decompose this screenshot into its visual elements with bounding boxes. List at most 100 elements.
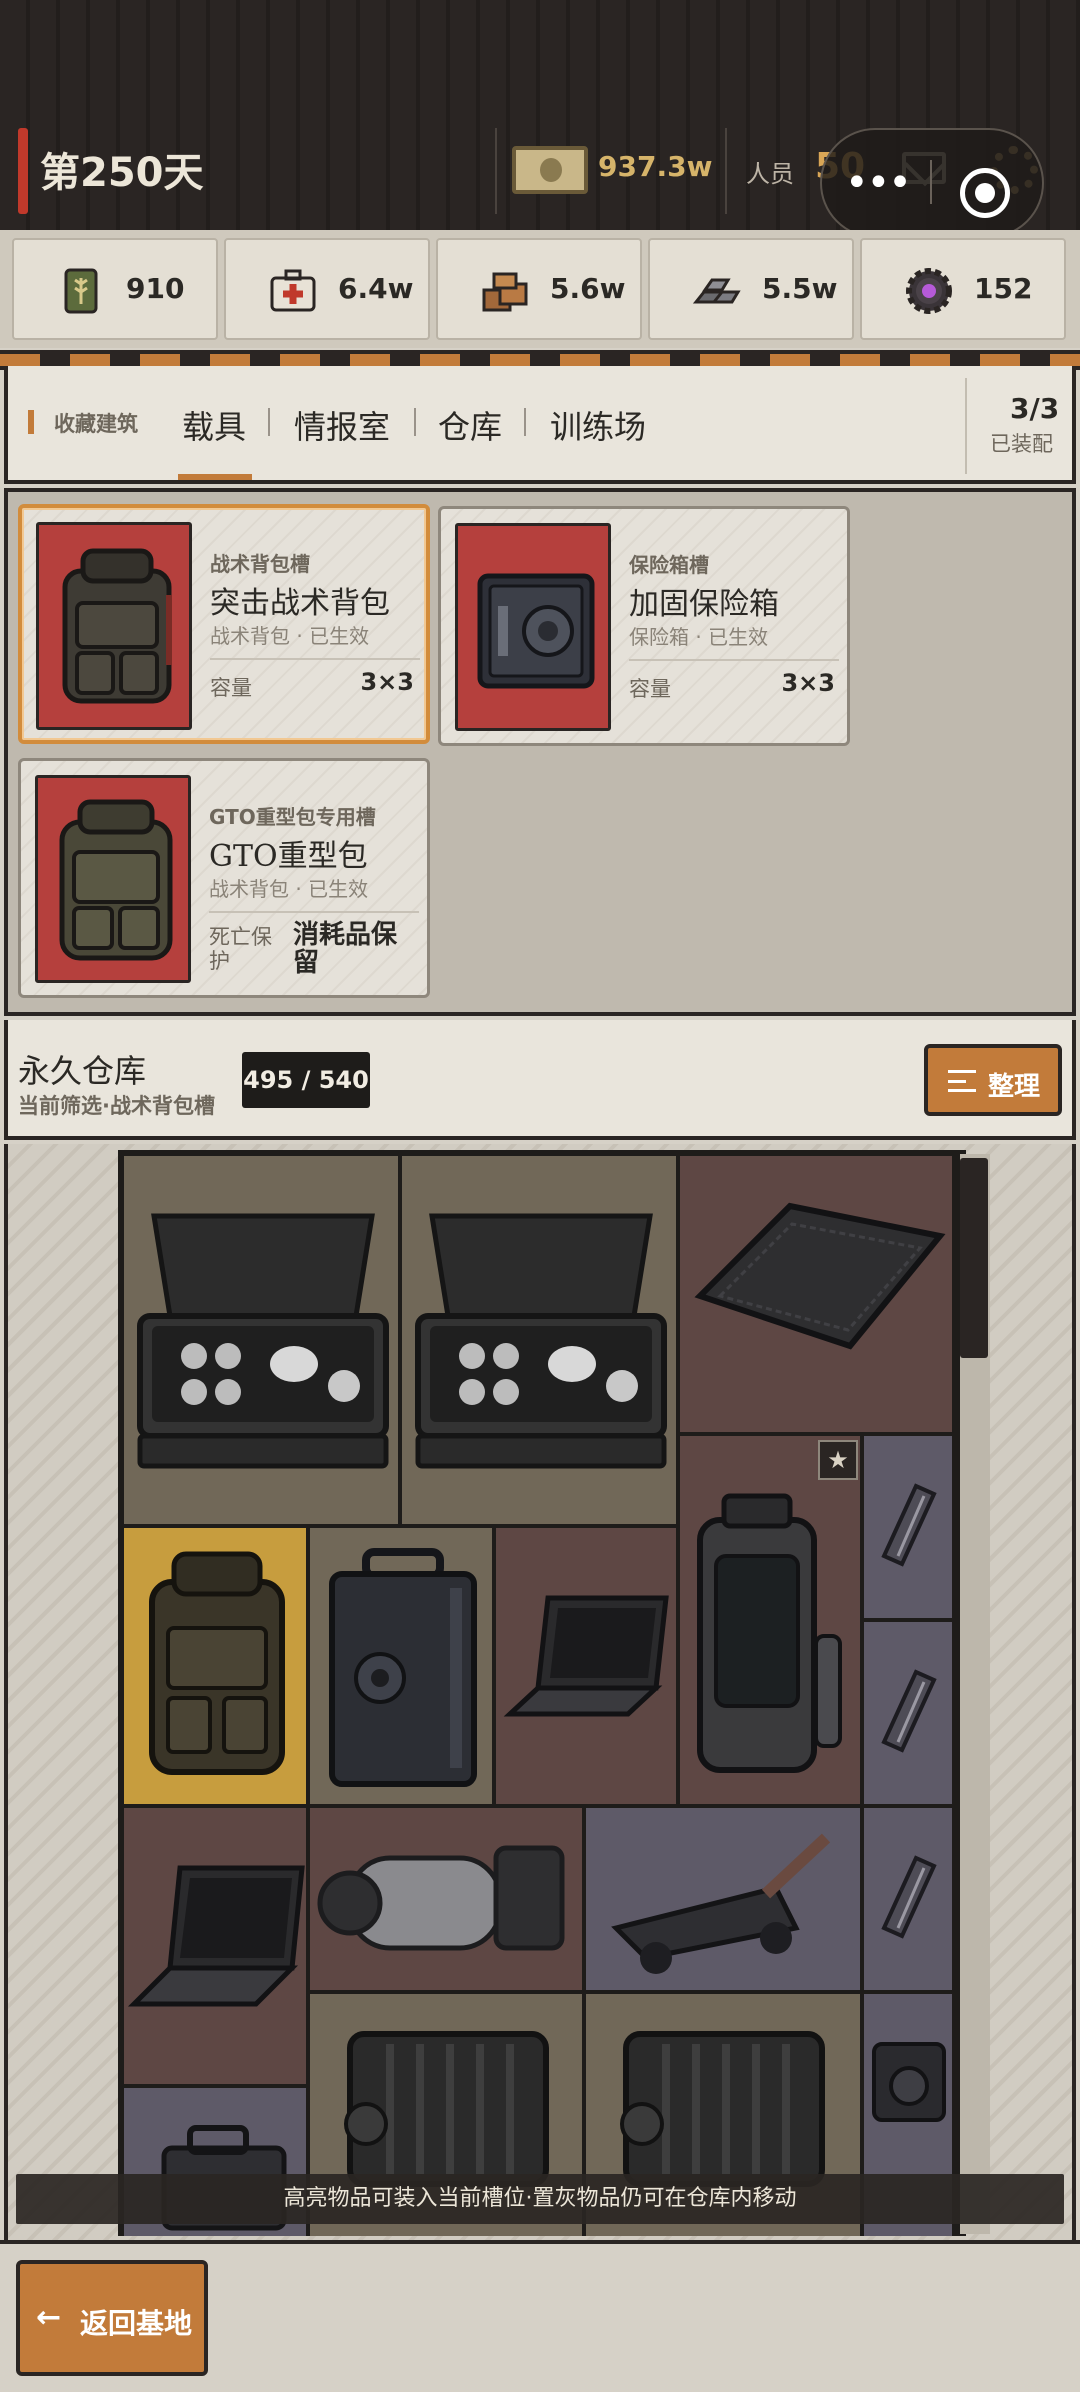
resource-core[interactable]: 152	[860, 238, 1066, 340]
divider	[210, 658, 420, 660]
day-counter: 第250天	[40, 150, 204, 196]
laptop-icon	[503, 1595, 669, 1717]
slot-card-tactical-backpack[interactable]: 战术背包槽 突击战术背包 战术背包 · 已生效 容量 3×3	[18, 504, 430, 744]
tab-warehouse[interactable]: 仓库	[438, 402, 502, 448]
inventory-grid: ★	[118, 1150, 966, 2236]
wheat-ration-can-icon	[64, 268, 98, 314]
equipped-count: 3/3	[1010, 392, 1060, 425]
stat-value: 消耗品保留	[293, 920, 398, 978]
slot-item-name: GTO重型包	[209, 839, 368, 874]
category-accent	[28, 410, 34, 434]
purple-gear-core-icon	[906, 268, 952, 314]
favorite-star-icon[interactable]: ★	[818, 1440, 858, 1480]
tab-divider	[524, 408, 526, 436]
cash-bundle-icon	[512, 146, 588, 194]
slot-card-safe-box[interactable]: 保险箱槽 加固保险箱 保险箱 · 已生效 容量 3×3	[438, 506, 850, 746]
tab-training-ground[interactable]: 训练场	[550, 402, 646, 448]
slot-thumbnail	[35, 775, 191, 983]
divider	[629, 659, 839, 661]
tactical-backpack-icon	[62, 548, 172, 704]
clip-icon	[881, 1669, 937, 1753]
warehouse-header	[4, 1020, 1076, 1140]
warehouse-title: 永久仓库	[18, 1052, 147, 1090]
slot-status: 保险箱 · 已生效	[629, 625, 769, 649]
heavy-backpack-icon	[59, 799, 173, 961]
laptop-icon	[127, 1865, 305, 2007]
slot-type: 战术背包槽	[210, 552, 310, 576]
divider	[495, 128, 497, 214]
scrollbar-thumb[interactable]	[960, 1158, 988, 1358]
inventory-item-clip[interactable]	[862, 1806, 954, 1992]
slot-type: GTO重型包专用槽	[209, 805, 376, 829]
stat-label: 死亡保护	[209, 925, 272, 973]
tab-vehicle[interactable]: 载具	[182, 402, 246, 448]
inventory-item-motor-core[interactable]	[308, 1806, 584, 1992]
money-value: 937.3w	[598, 150, 713, 183]
tea-set-case-icon	[415, 1213, 667, 1469]
inventory-item-cryo-canister[interactable]: ★	[678, 1434, 862, 1806]
inventory-item-carbon-plate[interactable]	[678, 1154, 954, 1434]
slot-thumbnail	[36, 522, 192, 730]
stat-label: 容量	[629, 677, 671, 701]
divider	[725, 128, 727, 214]
tactical-backpack-icon	[149, 1551, 285, 1775]
inventory-item-laptop[interactable]	[122, 1806, 308, 2086]
capsule-divider	[930, 160, 932, 204]
inventory-item-floor-jack[interactable]	[584, 1806, 862, 1992]
hint-banner: 高亮物品可装入当前槽位·置灰物品仍可在仓库内移动	[16, 2174, 1064, 2224]
inventory-item-clip[interactable]	[862, 1434, 954, 1620]
inventory-item-tea-set-case[interactable]	[122, 1154, 400, 1526]
safe-box-icon	[329, 1548, 477, 1787]
tab-intel-room[interactable]: 情报室	[294, 402, 390, 448]
back-to-base-button[interactable]: ← 返回基地	[16, 2260, 208, 2376]
inventory-item-tea-set-case[interactable]	[400, 1154, 678, 1526]
resource-medical[interactable]: 6.4w	[224, 238, 430, 340]
safe-box-icon	[477, 573, 595, 689]
inventory-item-clip[interactable]	[862, 1620, 954, 1806]
wood-planks-icon	[482, 272, 528, 312]
motor-core-icon	[317, 1845, 565, 1951]
capacity-badge: 495 / 540	[242, 1052, 370, 1108]
sort-icon	[948, 1070, 976, 1092]
divider	[209, 911, 419, 913]
cryo-canister-icon	[697, 1493, 842, 1773]
close-miniprogram-icon[interactable]	[960, 168, 1010, 218]
equipped-label: 已装配	[990, 432, 1053, 456]
carbon-plate-icon	[694, 1202, 946, 1350]
clip-icon	[881, 1855, 937, 1939]
day-accent-bar	[18, 128, 28, 214]
slot-thumbnail	[455, 523, 611, 731]
tab-divider	[268, 408, 270, 436]
warehouse-filter: 当前筛选·战术背包槽	[18, 1094, 215, 1118]
tea-set-case-icon	[137, 1213, 389, 1469]
sort-button[interactable]: 整理	[924, 1044, 1062, 1116]
slot-status: 战术背包 · 已生效	[209, 877, 369, 901]
active-tab-indicator	[178, 474, 252, 480]
stat-value: 3×3	[360, 668, 414, 696]
resource-food[interactable]: 910	[12, 238, 218, 340]
stat-label: 容量	[210, 676, 252, 700]
more-menu-icon[interactable]: •••	[845, 163, 912, 203]
steel-ingots-icon	[692, 278, 741, 304]
back-arrow-icon: ←	[36, 2300, 62, 2335]
inventory-item-tactical-backpack[interactable]	[122, 1526, 308, 1806]
slot-card-gto-heavy-pack[interactable]: GTO重型包专用槽 GTO重型包 战术背包 · 已生效 死亡保护 消耗品保留	[18, 758, 430, 998]
resource-value: 5.6w	[550, 272, 626, 305]
divider	[965, 378, 967, 474]
building-tabs-panel	[4, 366, 1076, 484]
resource-value: 6.4w	[338, 272, 414, 305]
floor-jack-icon	[611, 1833, 831, 1974]
clip-icon	[881, 1483, 937, 1567]
inventory-item-laptop[interactable]	[494, 1526, 678, 1806]
resource-wood[interactable]: 5.6w	[436, 238, 642, 340]
resource-value: 152	[974, 272, 1033, 305]
slot-type: 保险箱槽	[629, 553, 709, 577]
sort-label: 整理	[988, 1072, 1041, 1102]
slot-item-name: 突击战术背包	[210, 586, 390, 621]
category-label: 收藏建筑	[54, 412, 138, 436]
slot-item-name: 加固保险箱	[629, 587, 779, 622]
resource-value: 5.5w	[762, 272, 838, 305]
inventory-item-safe-box[interactable]	[308, 1526, 494, 1806]
resource-steel[interactable]: 5.5w	[648, 238, 854, 340]
stat-value: 3×3	[781, 669, 835, 697]
